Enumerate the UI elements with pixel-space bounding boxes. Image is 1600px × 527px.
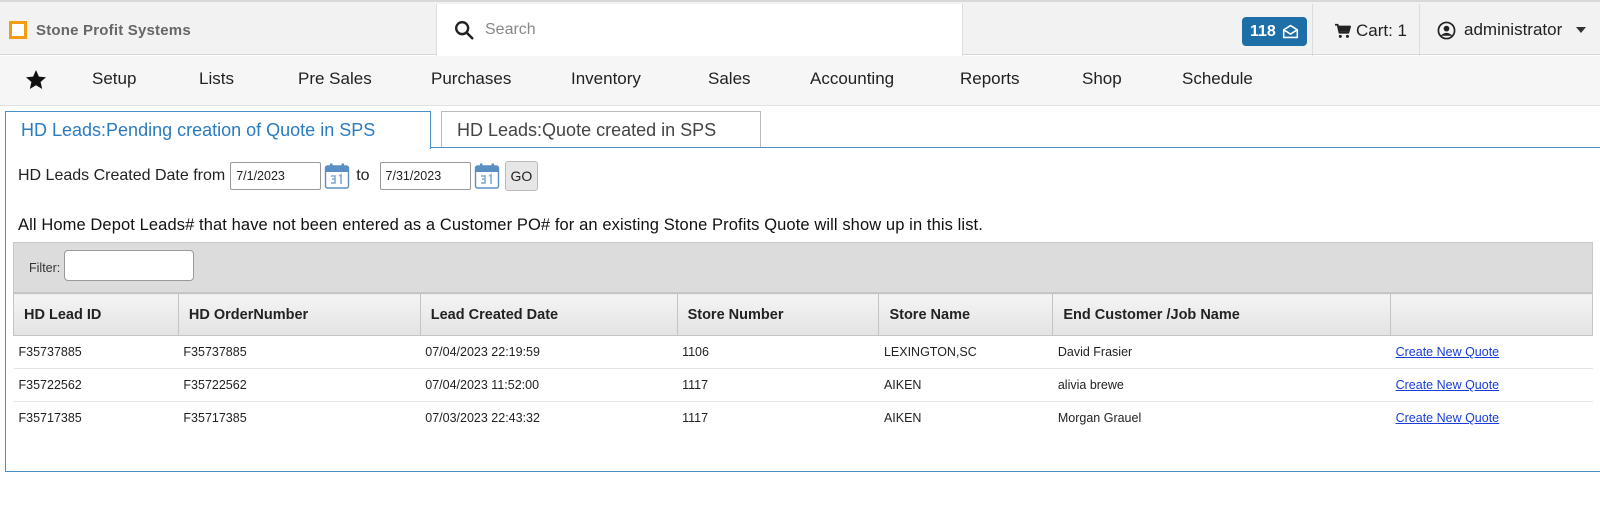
cell-lead-id: F35717385 <box>18 411 82 426</box>
filter-input[interactable] <box>64 250 194 281</box>
cell-store-name: LEXINGTON,SC <box>878 335 1053 369</box>
favorites-star-icon[interactable] <box>24 68 48 92</box>
cart-button[interactable]: Cart: 1 <box>1334 21 1407 41</box>
table-row: F35722562 F35722562 07/04/2023 11:52:00 … <box>13 368 1593 402</box>
menu-purchases[interactable]: Purchases <box>431 69 511 89</box>
messages-count: 118 <box>1250 22 1276 40</box>
chevron-down-icon <box>1576 27 1587 33</box>
cell-created-date: 07/04/2023 11:52:00 <box>420 368 678 402</box>
menu-inventory[interactable]: Inventory <box>571 69 641 89</box>
create-new-quote-link[interactable]: Create New Quote <box>1396 411 1500 425</box>
table-row: F35717385 F35717385 07/03/2023 22:43:32 … <box>14 402 1593 435</box>
tab-pending-quote[interactable]: HD Leads:Pending creation of Quote in SP… <box>5 111 431 149</box>
cell-order-number: F35722562 <box>178 368 421 402</box>
calendar-icon[interactable] <box>324 162 350 190</box>
cell-lead-id: F35722562 <box>13 368 179 402</box>
menu-setup[interactable]: Setup <box>92 69 136 89</box>
info-text: All Home Depot Leads# that have not been… <box>18 216 983 234</box>
menu-schedule[interactable]: Schedule <box>1182 69 1253 89</box>
cell-order-number: F35737885 <box>178 335 421 369</box>
cell-store-number: 1117 <box>677 368 879 402</box>
cell-order-number: F35717385 <box>183 411 247 426</box>
user-circle-icon <box>1437 21 1456 39</box>
cell-lead-id: F35737885 <box>13 335 179 369</box>
tab-quote-created[interactable]: HD Leads:Quote created in SPS <box>441 111 761 148</box>
cell-customer: Morgan Grauel <box>1057 411 1142 426</box>
divider <box>1312 4 1313 56</box>
column-header[interactable]: Store Name <box>878 293 1054 336</box>
tab-label: HD Leads:Pending creation of Quote in SP… <box>21 120 376 140</box>
filter-bar: Filter: <box>13 242 1593 293</box>
column-header[interactable]: Lead Created Date <box>419 293 678 336</box>
go-button[interactable]: GO <box>504 161 539 191</box>
cart-icon <box>1335 23 1351 38</box>
top-bar: Stone Profit Systems 118 Cart: 1 <box>0 0 1600 56</box>
calendar-icon[interactable] <box>474 162 500 190</box>
date-filter-row: HD Leads Created Date from to GO <box>18 160 539 192</box>
cell-created-date: 07/03/2023 22:43:32 <box>425 411 540 426</box>
column-header[interactable]: HD OrderNumber <box>177 293 421 336</box>
date-from-input[interactable] <box>230 162 322 190</box>
column-header <box>1390 293 1593 336</box>
cell-customer: David Frasier <box>1052 335 1391 369</box>
menu-shop[interactable]: Shop <box>1082 69 1122 89</box>
leads-table: HD Lead ID HD OrderNumber Lead Created D… <box>13 293 1593 435</box>
menu-accounting[interactable]: Accounting <box>810 69 894 89</box>
cell-store-name: AIKEN <box>878 368 1053 402</box>
cart-label: Cart: 1 <box>1356 21 1408 40</box>
date-to-input[interactable] <box>379 162 471 190</box>
column-header[interactable]: HD Lead ID <box>13 293 179 336</box>
cell-store-number: 1117 <box>682 411 709 426</box>
date-from-label: HD Leads Created Date from <box>18 167 226 184</box>
column-header[interactable]: Store Number <box>676 293 880 336</box>
messages-badge[interactable]: 118 <box>1242 17 1307 46</box>
menu-pre-sales[interactable]: Pre Sales <box>298 69 372 89</box>
menu-sales[interactable]: Sales <box>708 69 751 89</box>
brand-logo-icon <box>9 21 27 39</box>
date-to-label: to <box>356 167 370 184</box>
user-name: administrator <box>1464 20 1563 39</box>
search-icon <box>455 21 474 40</box>
cell-customer: alivia brewe <box>1052 368 1391 402</box>
brand-name: Stone Profit Systems <box>36 21 191 39</box>
cell-created-date: 07/04/2023 22:19:59 <box>420 335 678 369</box>
table-row: F35737885 F35737885 07/04/2023 22:19:59 … <box>13 335 1593 369</box>
menu-reports[interactable]: Reports <box>960 69 1020 89</box>
main-menu: Setup Lists Pre Sales Purchases Inventor… <box>0 56 1600 106</box>
column-header[interactable]: End Customer /Job Name <box>1052 293 1392 336</box>
user-menu[interactable]: administrator <box>1437 20 1587 40</box>
divider <box>1419 4 1420 56</box>
tab-label: HD Leads:Quote created in SPS <box>457 119 717 140</box>
brand[interactable]: Stone Profit Systems <box>9 20 191 40</box>
cell-store-number: 1106 <box>677 335 879 369</box>
search-input[interactable] <box>485 21 925 39</box>
search-box <box>436 4 963 56</box>
envelope-open-icon <box>1282 24 1298 39</box>
cell-store-name: AIKEN <box>883 411 922 426</box>
cell-action: Create New Quote <box>1390 335 1593 369</box>
cell-action: Create New Quote <box>1390 368 1593 402</box>
menu-lists[interactable]: Lists <box>199 69 234 89</box>
filter-label: Filter: <box>29 261 61 275</box>
cell-action: Create New Quote <box>1391 402 1593 435</box>
create-new-quote-link[interactable]: Create New Quote <box>1396 378 1500 392</box>
create-new-quote-link[interactable]: Create New Quote <box>1396 345 1500 359</box>
table-header-row: HD Lead ID HD OrderNumber Lead Created D… <box>13 293 1593 336</box>
